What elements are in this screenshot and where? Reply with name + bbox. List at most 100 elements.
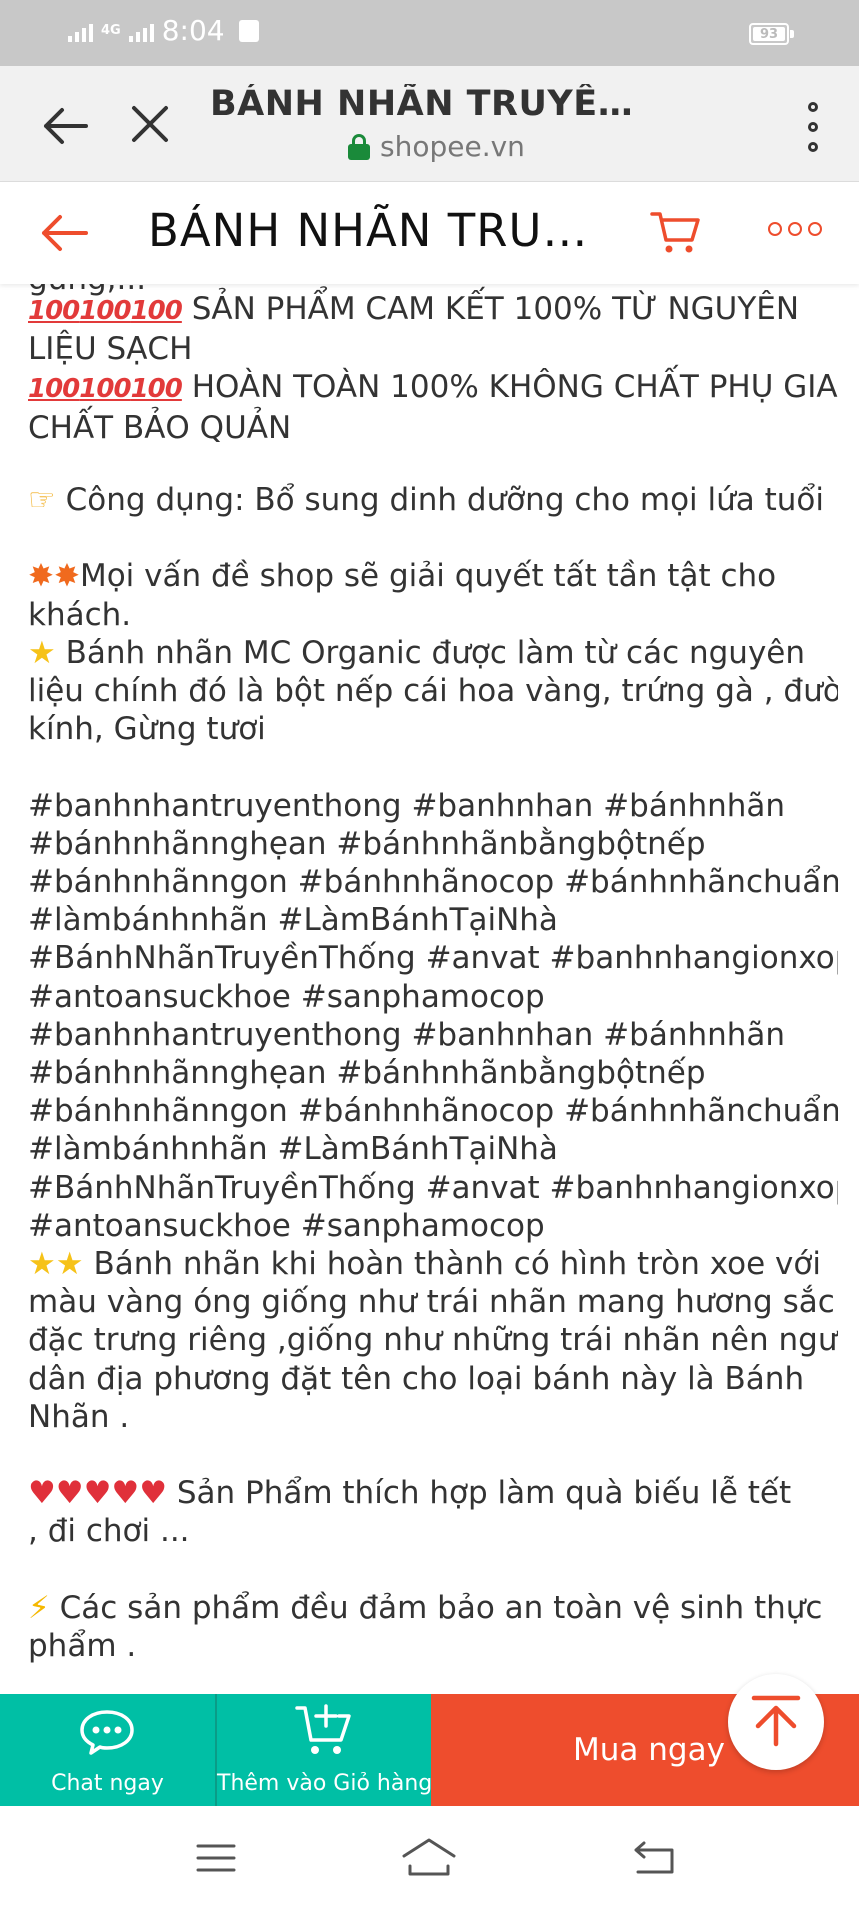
hundred-points-icon: 100 xyxy=(130,374,183,405)
chat-now-label: Chat ngay xyxy=(51,1771,164,1796)
description-text: Bánh nhãn MC Organic được làm từ các ngu… xyxy=(55,634,806,671)
description-paragraph: ☞ Công dụng: Bổ sung dinh dưỡng cho mọi … xyxy=(28,481,824,519)
hundred-points-icon: 100 xyxy=(28,374,80,405)
signal-icon-2 xyxy=(128,20,154,42)
description-text: màu vàng óng giống như trái nhãn mang hư… xyxy=(28,1284,835,1321)
header-back-icon[interactable] xyxy=(38,212,90,254)
description-paragraph: #banhnhantruyenthong #banhnhan #bánhnhãn… xyxy=(28,787,838,1436)
description-paragraph: 100100100 SẢN PHẨM CAM KẾT 100% TỪ NGUYÊ… xyxy=(28,290,838,447)
more-options-icon[interactable] xyxy=(768,222,822,238)
description-line: CHẤT BẢO QUẢN xyxy=(28,409,838,447)
description-line: , đi chơi ... xyxy=(28,1512,791,1550)
description-text: phẩm . xyxy=(28,1628,137,1664)
browser-toolbar: BÁNH NHÃN TRUYỀN T... shopee.vn xyxy=(0,66,859,182)
chat-now-button[interactable]: Chat ngay xyxy=(0,1694,215,1806)
system-navigation-bar xyxy=(0,1806,859,1908)
description-line: #banhnhantruyenthong #banhnhan #bánhnhãn xyxy=(28,1016,838,1054)
description-paragraph: ✸✸Mọi vấn đề shop sẽ giải quyết tất tần … xyxy=(28,557,838,748)
chat-icon xyxy=(80,1710,134,1755)
heart-icon: ♥ xyxy=(55,1475,84,1512)
description-line: ★ Bánh nhãn MC Organic được làm từ các n… xyxy=(28,634,838,672)
heart-icon: ♥ xyxy=(139,1475,167,1512)
description-text: SẢN PHẨM CAM KẾT 100% TỪ NGUYÊN xyxy=(181,291,800,327)
description-line: #làmbánhnhãn #LàmBánhTạiNhà xyxy=(28,901,838,939)
cart-icon[interactable] xyxy=(650,208,702,256)
description-line: ⚡ Các sản phẩm đều đảm bảo an toàn vệ si… xyxy=(28,1589,822,1627)
browser-url[interactable]: shopee.vn xyxy=(348,130,525,163)
pointing-hand-icon: ☞ xyxy=(28,482,56,518)
arrow-up-icon xyxy=(751,1695,801,1747)
product-header: BÁNH NHÃN TRUY... xyxy=(0,182,859,284)
shopping-bag-icon xyxy=(238,19,259,42)
description-text: #banhnhantruyenthong #banhnhan #bánhnhãn xyxy=(28,787,786,824)
description-text: #bánhnhãnngon #bánhnhãnocop #bánhnhãnchu… xyxy=(28,1093,838,1130)
description-line: #bánhnhãnngon #bánhnhãnocop #bánhnhãnchu… xyxy=(28,1092,838,1130)
scroll-to-top-button[interactable] xyxy=(728,1674,824,1770)
description-line: liệu chính đó là bột nếp cái hoa vàng, t… xyxy=(28,672,838,710)
description-line: #làmbánhnhãn #LàmBánhTạiNhà xyxy=(28,1130,838,1168)
description-text: #antoansuckhoe #sanphamocop xyxy=(28,1207,545,1244)
hundred-points-icon: 100 xyxy=(130,296,183,326)
description-text: #BánhNhãnTruyềnThống #anvat #banhnhangio… xyxy=(28,1169,838,1206)
description-text: đặc trưng riêng ,giống như những trái nh… xyxy=(28,1322,838,1359)
home-icon[interactable] xyxy=(400,1836,458,1878)
description-text: Các sản phẩm đều đảm bảo an toàn vệ sinh… xyxy=(49,1589,823,1626)
description-text: #bánhnhãnngon #bánhnhãnocop #bánhnhãnchu… xyxy=(28,864,838,900)
description-text: Nhãn . xyxy=(28,1398,130,1435)
star-icon: ★ xyxy=(28,634,56,671)
description-line: ★★ Bánh nhãn khi hoàn thành có hình tròn… xyxy=(28,1245,838,1283)
heart-icon: ♥ xyxy=(28,1475,56,1512)
description-line: kính, Gừng tươi xyxy=(28,710,838,748)
description-line: #banhnhantruyenthong #banhnhan #bánhnhãn xyxy=(28,787,838,825)
description-line: dân địa phương đặt tên cho loại bánh này… xyxy=(28,1360,838,1398)
description-line: phẩm . xyxy=(28,1627,822,1665)
description-line: 100100100 HOÀN TOÀN 100% KHÔNG CHẤT PHỤ … xyxy=(28,368,838,408)
description-text: kính, Gừng tươi xyxy=(28,711,266,748)
recent-apps-icon[interactable] xyxy=(196,1842,236,1874)
description-line: #bánhnhãnnghẹan #bánhnhãnbằngbộtnếp xyxy=(28,1054,838,1092)
description-line: Nhãn . xyxy=(28,1398,838,1436)
description-line: #bánhnhãnngon #bánhnhãnocop #bánhnhãnchu… xyxy=(28,863,838,901)
description-text: #bánhnhãnnghẹan #bánhnhãnbằngbộtnếp xyxy=(28,1055,706,1092)
add-to-cart-label: Thêm vào Giỏ hàng xyxy=(217,1771,433,1796)
battery-level: 93 xyxy=(759,26,779,42)
description-line: #BánhNhãnTruyềnThống #anvat #banhnhangio… xyxy=(28,939,838,977)
description-text: #làmbánhnhãn #LàmBánhTạiNhà xyxy=(28,902,558,939)
network-type: 4G xyxy=(101,22,121,38)
collision-icon: ✸ xyxy=(53,558,80,595)
description-line: LIỆU SẠCH xyxy=(28,330,838,368)
description-text: , đi chơi ... xyxy=(28,1513,190,1550)
description-text: Mọi vấn đề shop sẽ giải quyết tất tần tậ… xyxy=(79,558,777,595)
description-line: #antoansuckhoe #sanphamocop xyxy=(28,1207,838,1245)
buy-now-label: Mua ngay xyxy=(573,1732,725,1768)
description-line: khách. xyxy=(28,596,838,634)
description-line: màu vàng óng giống như trái nhãn mang hư… xyxy=(28,1283,838,1321)
hundred-points-icon: 100 xyxy=(79,374,131,405)
system-back-icon[interactable] xyxy=(632,1840,676,1876)
description-paragraph: ⚡ Các sản phẩm đều đảm bảo an toàn vệ si… xyxy=(28,1589,822,1665)
description-paragraph: ♥♥♥♥♥ Sản Phẩm thích hợp làm quà biếu lễ… xyxy=(28,1474,791,1550)
battery-icon: 93 xyxy=(749,23,794,45)
description-text: dân địa phương đặt tên cho loại bánh này… xyxy=(28,1360,805,1397)
browser-page-title: BÁNH NHÃN TRUYỀN T... xyxy=(210,84,640,124)
description-text: Sản Phẩm thích hợp làm quà biếu lễ tết xyxy=(166,1475,792,1512)
close-icon[interactable] xyxy=(128,102,172,146)
description-text: CHẤT BẢO QUẢN xyxy=(28,409,292,446)
lock-icon xyxy=(348,133,370,160)
hundred-points-icon: 100 xyxy=(28,296,80,326)
url-text: shopee.vn xyxy=(380,130,525,163)
description-text: Công dụng: Bổ sung dinh dưỡng cho mọi lứ… xyxy=(55,482,825,518)
add-to-cart-button[interactable]: Thêm vào Giỏ hàng xyxy=(215,1694,433,1806)
description-text: khách. xyxy=(28,596,132,633)
star-icon: ★ xyxy=(55,1246,84,1283)
back-arrow-icon[interactable] xyxy=(40,104,90,148)
star-icon: ★ xyxy=(28,1246,56,1283)
description-line: ♥♥♥♥♥ Sản Phẩm thích hợp làm quà biếu lễ… xyxy=(28,1474,791,1512)
browser-menu-icon[interactable] xyxy=(807,102,819,152)
signal-icon xyxy=(68,20,93,42)
heart-icon: ♥ xyxy=(83,1475,112,1512)
description-text: HOÀN TOÀN 100% KHÔNG CHẤT PHỤ GIA, xyxy=(181,369,838,406)
description-text: #banhnhantruyenthong #banhnhan #bánhnhãn xyxy=(28,1016,786,1053)
status-time: 8:04 xyxy=(161,14,225,47)
description-text: #antoansuckhoe #sanphamocop xyxy=(28,978,545,1015)
